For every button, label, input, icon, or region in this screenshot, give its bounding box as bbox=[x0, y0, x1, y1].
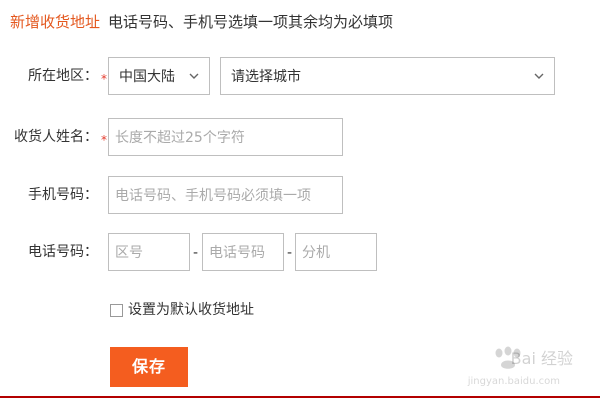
phone-label: 电话号码： bbox=[28, 244, 98, 260]
phone-extension-input[interactable]: 分机 bbox=[295, 233, 377, 271]
city-select-value: 请选择城市 bbox=[231, 69, 301, 85]
bottom-divider bbox=[0, 396, 600, 398]
chevron-down-icon bbox=[189, 73, 199, 79]
save-button[interactable]: 保存 bbox=[110, 347, 188, 387]
country-select[interactable]: 中国大陆 bbox=[108, 57, 210, 95]
required-mark-recipient: * bbox=[101, 133, 107, 147]
recipient-label: 收货人姓名： bbox=[14, 129, 98, 145]
region-row: 所在地区： * 中国大陆 请选择城市 bbox=[0, 57, 600, 97]
required-note: 电话号码、手机号选填一项其余均为必填项 bbox=[108, 13, 394, 31]
page-title: 新增收货地址 bbox=[10, 13, 101, 31]
mobile-row: 手机号码： 电话号码、手机号码必须填一项 bbox=[0, 176, 600, 216]
region-label: 所在地区： bbox=[28, 68, 98, 84]
recipient-row: 收货人姓名： * 长度不超过25个字符 bbox=[0, 118, 600, 158]
form-header: 新增收货地址 电话号码、手机号选填一项其余均为必填项 bbox=[10, 10, 590, 34]
mobile-label: 手机号码： bbox=[28, 187, 98, 203]
required-mark-region: * bbox=[101, 72, 107, 86]
default-address-checkbox[interactable] bbox=[110, 304, 123, 317]
default-address-label[interactable]: 设置为默认收货地址 bbox=[128, 300, 254, 320]
chevron-down-icon bbox=[534, 73, 544, 79]
default-address-option[interactable]: 设置为默认收货地址 bbox=[110, 300, 410, 324]
country-select-value: 中国大陆 bbox=[119, 69, 175, 85]
watermark-url: jingyan.baidu.com bbox=[467, 376, 560, 387]
phone-separator: - bbox=[193, 245, 199, 261]
phone-row: 电话号码： 区号 - 电话号码 - 分机 bbox=[0, 233, 600, 273]
watermark-brand: Bai 经验 bbox=[510, 349, 573, 368]
mobile-input[interactable]: 电话号码、手机号码必须填一项 bbox=[108, 176, 343, 214]
phone-number-input[interactable]: 电话号码 bbox=[202, 233, 284, 271]
city-select[interactable]: 请选择城市 bbox=[220, 57, 555, 95]
phone-area-input[interactable]: 区号 bbox=[108, 233, 190, 271]
recipient-name-input[interactable]: 长度不超过25个字符 bbox=[108, 118, 343, 156]
phone-separator: - bbox=[287, 245, 293, 261]
